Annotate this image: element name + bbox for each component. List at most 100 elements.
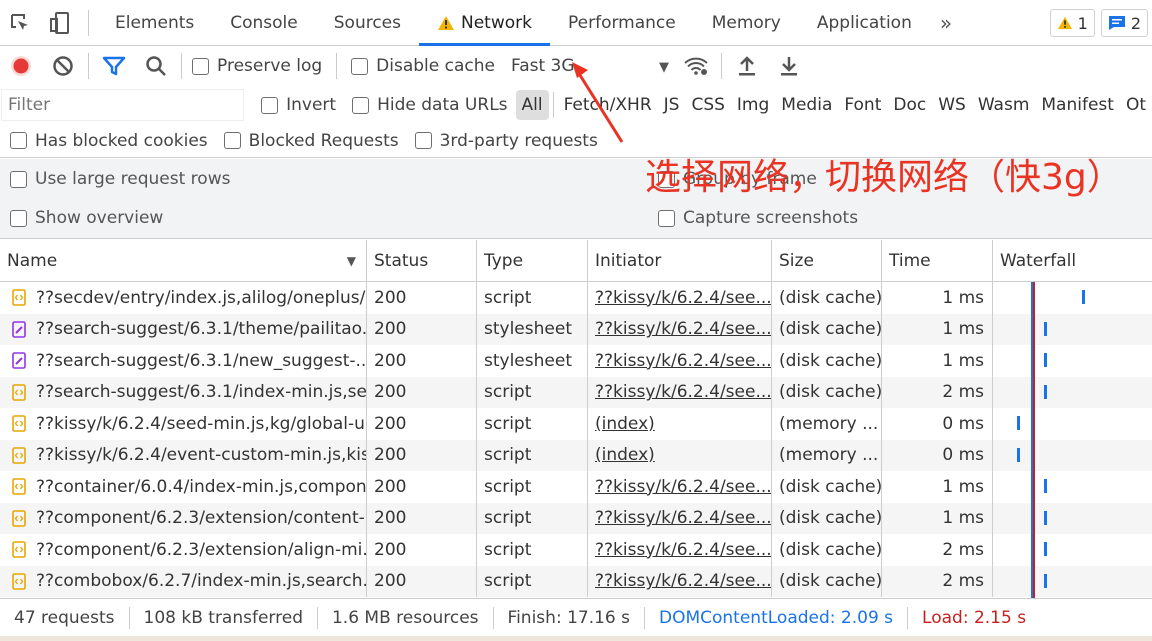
capture-screenshots-checkbox[interactable]: Capture screenshots [658,208,858,228]
invert-checkbox[interactable]: Invert [261,95,336,115]
cell-initiator[interactable]: ??kissy/k/6.2.4/see... [588,282,772,314]
tab-elements[interactable]: Elements [97,0,212,46]
cell-initiator[interactable]: ??kissy/k/6.2.4/see... [588,565,772,597]
tab-application[interactable]: Application [799,0,930,46]
tab-memory[interactable]: Memory [694,0,799,46]
search-button[interactable] [135,46,177,86]
checkbox-box[interactable] [414,132,432,149]
cell-status: 200 [367,376,477,408]
annotation-text: 选择网络，切换网络（快3g） [645,157,1123,198]
blocked-requests-checkbox[interactable]: Blocked Requests [223,131,399,151]
type-filter-js[interactable]: JS [658,90,686,120]
cell-type: script [477,376,588,408]
cell-size: (disk cache) [772,502,882,534]
tab-performance[interactable]: Performance [550,0,694,46]
hide-data-urls-checkbox[interactable]: Hide data URLs [352,95,508,115]
initiator-link[interactable]: ??kissy/k/6.2.4/see... [595,319,771,339]
table-row[interactable]: ??combobox/6.2.7/index-min.js,search... 2… [0,565,1152,597]
column-header-name[interactable]: Name ▼ [0,240,367,282]
waterfall-bar [1044,385,1047,399]
cell-initiator[interactable]: (index) [588,439,772,471]
type-filter-font[interactable]: Font [838,90,887,120]
filter-input[interactable] [0,89,245,121]
checkbox-box[interactable] [192,57,209,75]
waterfall-bar [1017,416,1020,430]
type-filter-doc[interactable]: Doc [887,90,932,120]
initiator-link[interactable]: ??kissy/k/6.2.4/see... [595,288,771,308]
table-header: Name ▼ Status Type Initiator Size Time W… [0,240,1152,282]
cell-initiator[interactable]: ??kissy/k/6.2.4/see... [588,502,772,534]
cell-status: 200 [367,534,477,566]
initiator-link[interactable]: (index) [595,445,655,465]
column-header-initiator[interactable]: Initiator [588,240,772,282]
type-filter-wasm[interactable]: Wasm [972,90,1036,120]
filter-toggle-button[interactable] [93,46,135,86]
export-har-button[interactable] [768,46,810,86]
initiator-link[interactable]: ??kissy/k/6.2.4/see... [595,477,771,497]
table-row[interactable]: ??kissy/k/6.2.4/seed-min.js,kg/global-u.… [0,408,1152,440]
checkbox-box[interactable] [352,96,370,114]
import-har-button[interactable] [726,46,768,86]
record-button[interactable] [0,46,42,86]
initiator-link[interactable]: ??kissy/k/6.2.4/see... [595,571,771,591]
large-rows-checkbox[interactable]: Use large request rows [10,169,230,189]
preserve-log-checkbox[interactable]: Preserve log [192,56,322,76]
warnings-badge[interactable]: 1 [1049,9,1095,37]
initiator-link[interactable]: ??kissy/k/6.2.4/see... [595,508,771,528]
checkbox-box[interactable] [658,209,675,227]
table-row[interactable]: ??secdev/entry/index.js,alilog/oneplus/.… [0,282,1152,314]
column-header-status[interactable]: Status [367,240,477,282]
messages-badge[interactable]: 2 [1100,9,1148,37]
type-filter-other[interactable]: Ot [1120,90,1152,120]
disable-cache-checkbox[interactable]: Disable cache [351,56,495,76]
initiator-link[interactable]: ??kissy/k/6.2.4/see... [595,540,771,560]
device-toolbar-icon[interactable] [40,0,80,46]
checkbox-box[interactable] [10,170,27,188]
table-row[interactable]: ??search-suggest/6.3.1/new_suggest-... 20… [0,345,1152,377]
tab-network[interactable]: Network [419,0,550,46]
network-conditions-button[interactable] [675,46,717,86]
type-filter-manifest[interactable]: Manifest [1035,90,1120,120]
type-filter-img[interactable]: Img [731,90,775,120]
cell-initiator[interactable]: ??kissy/k/6.2.4/see... [588,376,772,408]
tab-sources[interactable]: Sources [316,0,419,46]
separator [720,53,722,79]
show-overview-checkbox[interactable]: Show overview [10,208,163,228]
cell-initiator[interactable]: ??kissy/k/6.2.4/see... [588,313,772,345]
cell-time: 1 ms [882,313,993,345]
initiator-link[interactable]: ??kissy/k/6.2.4/see... [595,351,771,371]
blocked-cookies-checkbox[interactable]: Has blocked cookies [10,131,208,151]
cell-initiator[interactable]: ??kissy/k/6.2.4/see... [588,345,772,377]
inspect-element-icon[interactable] [0,0,40,46]
type-filter-media[interactable]: Media [775,90,838,120]
checkbox-box[interactable] [351,57,369,75]
initiator-link[interactable]: (index) [595,414,655,434]
tab-console[interactable]: Console [212,0,316,46]
cell-time: 1 ms [882,471,993,503]
more-tabs-icon[interactable]: » [930,11,962,35]
checkbox-box[interactable] [261,96,279,114]
table-row[interactable]: ??search-suggest/6.3.1/index-min.js,se..… [0,376,1152,408]
type-filter-css[interactable]: CSS [685,90,730,120]
clear-button[interactable] [42,46,84,86]
table-row[interactable]: ??search-suggest/6.3.1/theme/pailitao...… [0,313,1152,345]
column-header-time[interactable]: Time [882,240,993,282]
type-filter-all[interactable]: All [515,90,549,120]
initiator-link[interactable]: ??kissy/k/6.2.4/see... [595,382,771,402]
column-header-waterfall[interactable]: Waterfall [993,240,1152,282]
cell-initiator[interactable]: (index) [588,408,772,440]
table-row[interactable]: ??component/6.2.3/extension/content-... 2… [0,502,1152,534]
table-row[interactable]: ??kissy/k/6.2.4/event-custom-min.js,kis.… [0,439,1152,471]
column-header-size[interactable]: Size [772,240,882,282]
column-header-type[interactable]: Type [477,240,588,282]
table-row[interactable]: ??component/6.2.3/extension/align-mi... 2… [0,534,1152,566]
checkbox-box[interactable] [10,132,27,149]
cell-type: script [477,534,588,566]
checkbox-box[interactable] [10,209,27,227]
cell-initiator[interactable]: ??kissy/k/6.2.4/see... [588,471,772,503]
cell-initiator[interactable]: ??kissy/k/6.2.4/see... [588,534,772,566]
type-filter-ws[interactable]: WS [932,90,972,120]
cell-time: 2 ms [882,565,993,597]
checkbox-box[interactable] [223,132,241,149]
table-row[interactable]: ??container/6.0.4/index-min.js,compon...… [0,471,1152,503]
